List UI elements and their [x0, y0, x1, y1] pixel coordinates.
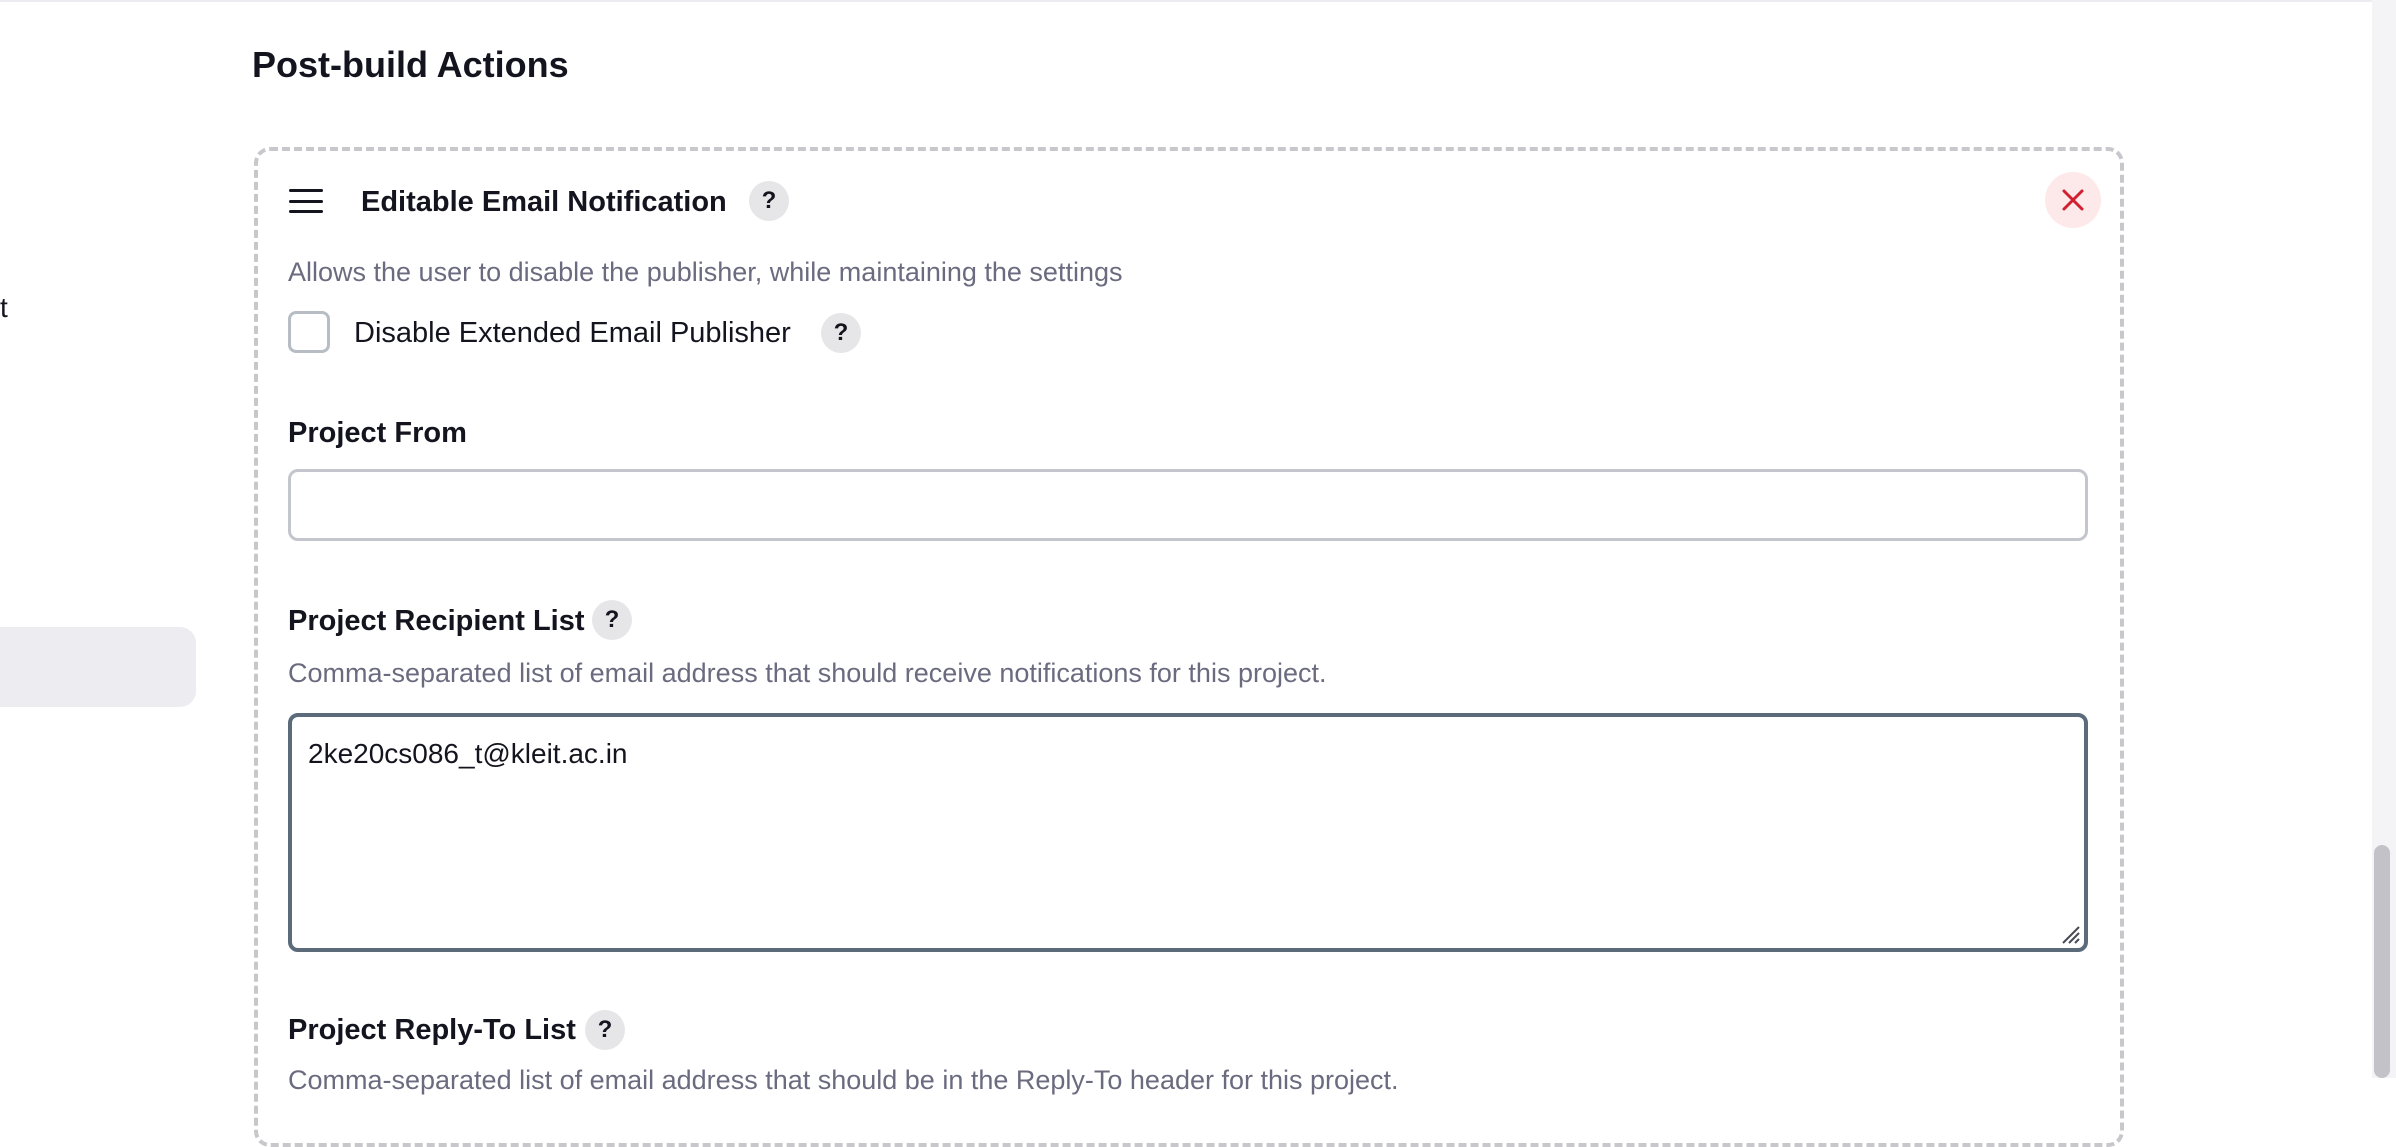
sidebar-item-label[interactable]: t — [0, 292, 8, 324]
card-title: Editable Email Notification — [361, 186, 727, 218]
close-icon — [2062, 189, 2084, 211]
disable-publisher-checkbox[interactable] — [288, 311, 330, 353]
scrollbar-thumb[interactable] — [2374, 845, 2390, 1078]
help-icon[interactable]: ? — [585, 1010, 625, 1050]
resize-handle-icon[interactable] — [2056, 920, 2080, 944]
close-button[interactable] — [2045, 172, 2101, 228]
section-title: Post-build Actions — [252, 44, 569, 85]
reply-to-list-description: Comma-separated list of email address th… — [288, 1065, 1399, 1095]
help-icon[interactable]: ? — [592, 600, 632, 640]
top-divider — [0, 0, 2372, 2]
sidebar-item-active[interactable] — [0, 627, 196, 707]
help-icon[interactable]: ? — [749, 181, 789, 221]
recipient-list-description: Comma-separated list of email address th… — [288, 658, 1327, 688]
disable-publisher-label[interactable]: Disable Extended Email Publisher — [354, 316, 791, 350]
recipient-list-textarea[interactable]: 2ke20cs086_t@kleit.ac.in — [288, 713, 2088, 952]
email-notification-card — [254, 147, 2124, 1147]
project-from-input[interactable] — [288, 469, 2088, 541]
reply-to-list-label: Project Reply-To List — [288, 1014, 576, 1046]
drag-handle-icon[interactable] — [289, 189, 323, 213]
help-icon[interactable]: ? — [821, 313, 861, 353]
recipient-list-value: 2ke20cs086_t@kleit.ac.in — [308, 738, 628, 769]
project-from-label: Project From — [288, 417, 467, 449]
recipient-list-label: Project Recipient List — [288, 605, 585, 637]
card-description: Allows the user to disable the publisher… — [288, 257, 1123, 287]
